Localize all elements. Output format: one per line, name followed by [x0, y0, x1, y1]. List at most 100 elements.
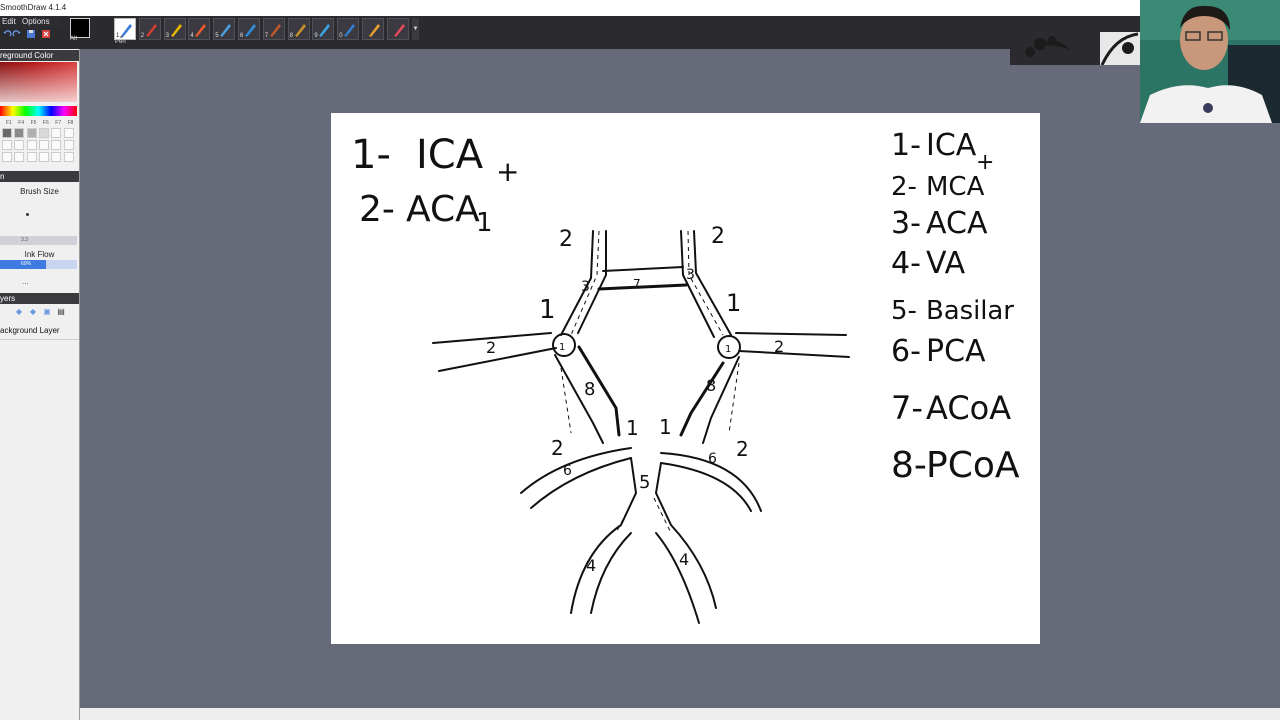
airbrush-tool[interactable]: 5	[213, 18, 236, 40]
palette-color-cell[interactable]	[63, 128, 74, 138]
palette-hotkey: F5	[30, 120, 37, 126]
legend-abbr: MCA	[926, 172, 985, 202]
legend-number: 2-	[891, 172, 917, 202]
save-icon[interactable]	[26, 29, 36, 39]
diagram-label: 8	[706, 376, 716, 395]
palette-color-cell[interactable]	[14, 140, 25, 150]
highlighter-tool[interactable]: 3	[163, 18, 186, 40]
tool-hotkey: 7	[264, 33, 269, 39]
color-palette[interactable]	[2, 128, 76, 164]
decorative-corner-art	[1010, 32, 1140, 65]
diagram-label: 1	[725, 344, 731, 355]
layers-panel-header: yers	[0, 293, 79, 304]
layer-item-background[interactable]: ackground Layer	[0, 326, 60, 335]
pen-tool[interactable]: 1	[114, 18, 136, 40]
close-icon[interactable]	[41, 29, 51, 39]
legend-abbr: ICA	[926, 128, 977, 163]
diagram-label: 1	[626, 416, 639, 440]
legend-number: 8-	[891, 445, 927, 486]
legend-abbr: PCA	[926, 334, 986, 369]
color-panel-header: reground Color	[0, 50, 79, 61]
diagram-label: 2	[736, 437, 749, 461]
art-brush-tool[interactable]: 8	[287, 18, 310, 40]
tool-hotkey: 9	[314, 33, 318, 39]
toolbar-dropdown-icon[interactable]: ▼	[412, 18, 419, 40]
hue-slider[interactable]	[0, 106, 77, 116]
palette-color-cell[interactable]	[26, 140, 37, 150]
palette-color-cell[interactable]	[51, 128, 62, 138]
calligraphy-tool[interactable]: 6	[238, 18, 260, 40]
palette-hotkeys: F1 F4 F5 F6 F7 F8	[0, 120, 79, 127]
brush-panel-header: n	[0, 171, 79, 182]
legend-abbr: VA	[926, 246, 966, 281]
pen-icon	[120, 24, 132, 38]
brush-tool[interactable]: 7	[262, 18, 285, 40]
redo-icon[interactable]	[12, 29, 22, 39]
diagram-label: 2	[711, 224, 725, 249]
note-line-2-sub: 1	[476, 208, 493, 238]
palette-color-cell[interactable]	[38, 152, 49, 162]
note-line-1-sub: +	[496, 155, 519, 188]
legend-number: 6-	[891, 334, 921, 369]
undo-icon[interactable]	[2, 29, 12, 39]
ink-flow-slider[interactable]: 60%	[0, 260, 77, 269]
menu-options[interactable]: Options	[20, 16, 52, 28]
left-panel: reground Color F1 F4 F5 F6 F7 F8 n Brush Size…	[0, 49, 80, 720]
note-line-1-abbr: ICA	[416, 132, 484, 178]
palette-color-cell[interactable]	[2, 128, 12, 138]
palette-hotkey: F6	[42, 120, 49, 126]
foreground-color-swatch[interactable]	[70, 18, 90, 38]
marker-tool[interactable]: 2	[138, 18, 161, 40]
palette-color-cell[interactable]	[38, 140, 49, 150]
calligraphy-icon	[244, 24, 256, 38]
color-picker[interactable]	[0, 62, 77, 102]
diagram-label: 6	[708, 451, 717, 467]
palette-color-cell[interactable]	[14, 128, 25, 138]
marker-icon	[144, 24, 157, 38]
layer-up-icon[interactable]: ◆	[14, 307, 24, 317]
palette-color-cell[interactable]	[38, 128, 49, 138]
tool-hotkey: 8	[289, 33, 293, 39]
palette-color-cell[interactable]	[51, 152, 62, 162]
add-layer-icon[interactable]: ▣	[42, 307, 52, 317]
layer-down-icon[interactable]: ◆	[28, 307, 38, 317]
legend-number: 7-	[891, 389, 923, 427]
highlighter-icon	[169, 24, 182, 38]
palette-color-cell[interactable]	[26, 152, 37, 162]
more-options-button[interactable]: ...	[22, 277, 29, 286]
palette-color-cell[interactable]	[2, 152, 12, 162]
diagram-label: 6	[563, 463, 572, 479]
palette-hotkey: F4	[18, 120, 25, 126]
note-line-2-abbr: ACA	[406, 189, 480, 230]
palette-color-cell[interactable]	[2, 140, 12, 150]
legend: 1- ICA +2- MCA3- ACA4- VA5- Basilar6- PCA7- ACoA…	[891, 128, 1020, 486]
brush-size-slider[interactable]: 3.3	[0, 236, 77, 245]
layer-buttons: ◆ ◆ ▣ ▤	[14, 307, 74, 319]
palette-color-cell[interactable]	[26, 128, 37, 138]
note-line-1-number: 1-	[351, 132, 391, 178]
hand-tool[interactable]	[362, 18, 384, 40]
sprinkle-tool[interactable]: 9	[312, 18, 335, 40]
art-brush-icon	[293, 24, 306, 38]
tool-hotkey: 5	[215, 33, 219, 39]
diagram-label: 4	[586, 556, 596, 575]
diagram-label: 3	[686, 267, 695, 283]
layer-properties-icon[interactable]: ▤	[56, 307, 66, 317]
hand-icon	[368, 24, 380, 38]
palette-color-cell[interactable]	[63, 152, 74, 162]
palette-color-cell[interactable]	[63, 140, 74, 150]
pencil-tool[interactable]: 4	[188, 18, 211, 40]
legend-number: 1-	[891, 128, 921, 163]
eraser-tool[interactable]	[386, 18, 409, 40]
water-tool[interactable]: 0	[337, 18, 360, 40]
menu-edit[interactable]: Edit	[0, 16, 18, 28]
brush-preview	[26, 213, 29, 216]
drawing-canvas[interactable]: 2 2 3 3 1 1 2 2 1 1 8 8 2 2 1 1 6 6 5 4 …	[331, 113, 1040, 644]
legend-number: 3-	[891, 206, 921, 241]
palette-color-cell[interactable]	[14, 152, 25, 162]
palette-color-cell[interactable]	[51, 140, 62, 150]
diagram-label: 8	[584, 379, 595, 400]
tool-hotkey: 4	[190, 33, 194, 39]
ink-flow-value: 60%	[21, 261, 32, 267]
layer-divider	[0, 339, 79, 340]
